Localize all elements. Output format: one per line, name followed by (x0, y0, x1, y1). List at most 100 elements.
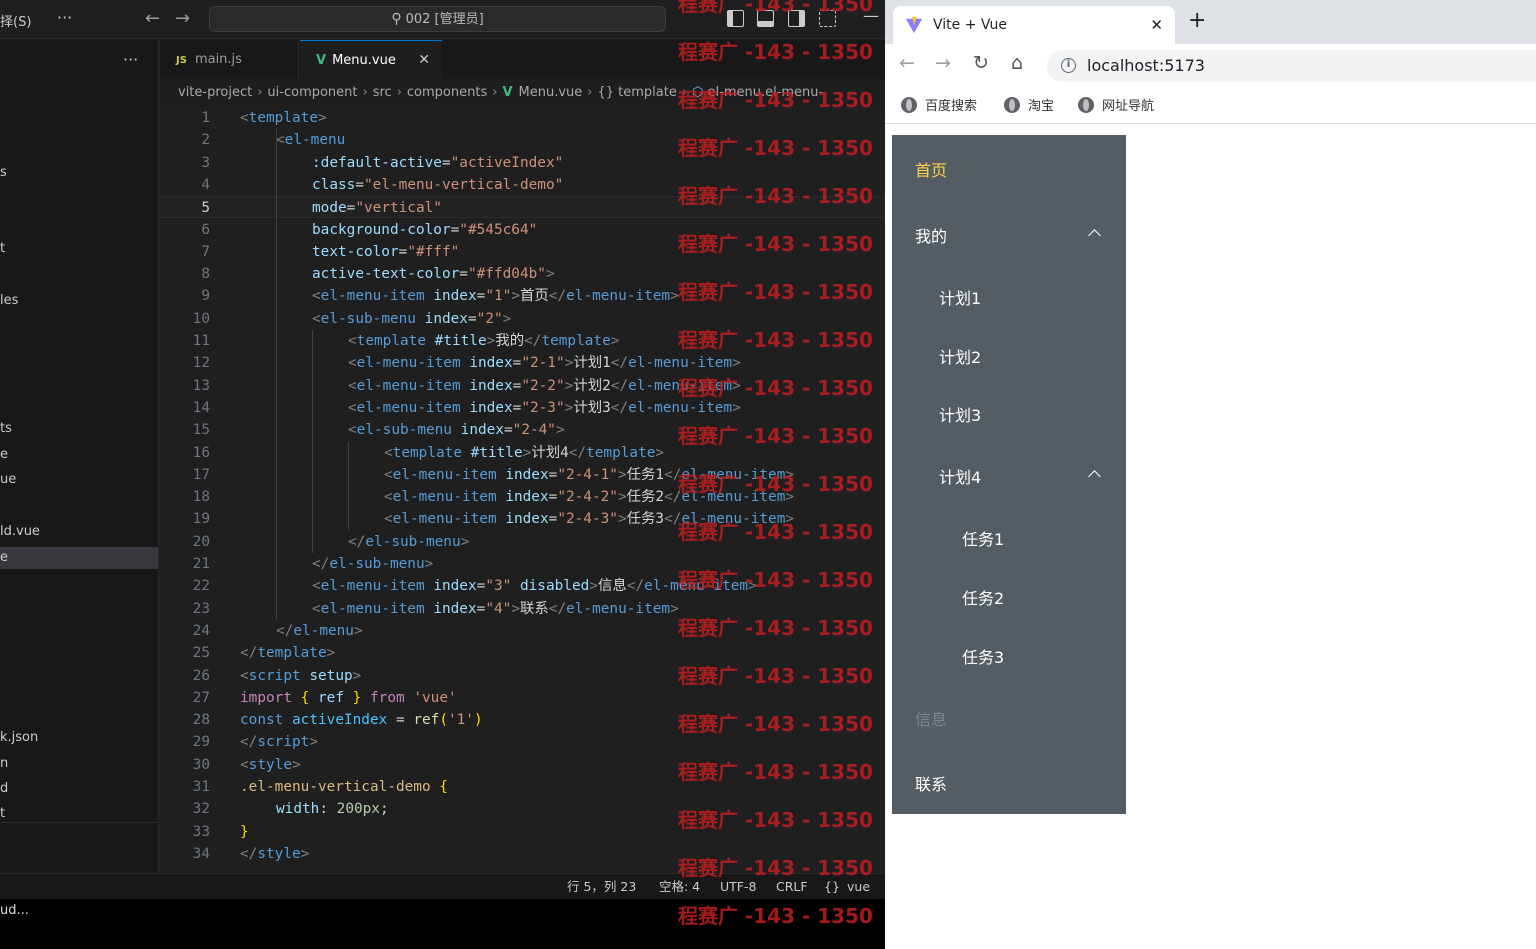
bookmark-baidu[interactable]: 百度搜索 (901, 95, 977, 114)
bookmark-taobao[interactable]: 淘宝 (1004, 95, 1054, 114)
code-line[interactable]: 11 <template #title>我的</template> (160, 330, 885, 352)
code-line[interactable]: 26 <script setup> (160, 665, 885, 687)
explorer-item[interactable]: t (0, 238, 158, 260)
chevron-right-icon: › (681, 85, 688, 100)
breadcrumb-item[interactable]: src (373, 85, 392, 100)
code-line[interactable]: 14 <el-menu-item index="2-3">计划3</el-menu… (160, 397, 885, 419)
language-mode[interactable]: vue (847, 874, 870, 899)
code-line[interactable]: 10 <el-sub-menu index="2"> (160, 308, 885, 330)
command-center-search[interactable]: ⚲ 002 [管理员] (209, 6, 666, 32)
code-line[interactable]: 13 <el-menu-item index="2-2">计划2</el-menu… (160, 375, 885, 397)
code-content: <el-menu-item index="2-1">计划1</el-menu-i… (348, 352, 741, 374)
code-line[interactable]: 17 <el-menu-item index="2-4-1">任务1</el-me… (160, 464, 885, 486)
explorer-item[interactable]: ts (0, 418, 158, 440)
explorer-item[interactable]: d (0, 778, 158, 800)
code-line[interactable]: 29 </script> (160, 731, 885, 753)
explorer-item[interactable]: s (0, 162, 158, 184)
indentation-status[interactable]: 空格: 4 (659, 874, 700, 899)
breadcrumb-section[interactable]: {} template (597, 85, 676, 100)
forward-arrow-icon[interactable]: → (175, 8, 190, 29)
menu-item-label: 任务3 (962, 648, 1005, 667)
tab-label: Menu.vue (332, 53, 396, 68)
code-token: el-sub-menu (329, 556, 425, 572)
bookmark-nav[interactable]: 网址导航 (1078, 95, 1154, 114)
code-line[interactable]: 28 const activeIndex = ref('1') (160, 709, 885, 731)
code-line[interactable]: 1 <template> (160, 107, 885, 129)
line-number: 23 (192, 600, 210, 617)
code-line[interactable]: 7 text-color="#fff" (160, 241, 885, 263)
code-line[interactable]: 27 import { ref } from 'vue' (160, 687, 885, 709)
line-number: 11 (192, 333, 210, 349)
code-line[interactable]: 31 .el-menu-vertical-demo { (160, 776, 885, 798)
close-tab-icon[interactable]: ✕ (1150, 6, 1163, 44)
line-number: 13 (192, 377, 210, 394)
browser-tab[interactable]: Vite + Vue ✕ (893, 6, 1175, 44)
reload-button[interactable]: ↻ (973, 52, 989, 74)
code-line[interactable]: 15 <el-sub-menu index="2-4"> (160, 419, 885, 441)
code-line[interactable]: 16 <template #title>计划4</template> (160, 442, 885, 464)
explorer-item[interactable]: e (0, 444, 158, 466)
tab-main-js[interactable]: JS main.js (160, 40, 299, 79)
code-line[interactable]: 6 background-color="#545c64" (160, 219, 885, 241)
breadcrumb-item[interactable]: vite-project (178, 85, 252, 100)
explorer-item[interactable]: les (0, 290, 158, 312)
menu-selection[interactable]: 择(S) (0, 11, 31, 30)
back-button[interactable]: ← (899, 52, 915, 74)
chevron-right-icon: › (362, 85, 368, 100)
code-line[interactable]: 25 </template> (160, 642, 885, 664)
address-bar[interactable]: i localhost:5173 (1047, 50, 1536, 82)
code-token: < (348, 333, 357, 349)
code-line[interactable]: 2 <el-menu (160, 129, 885, 151)
breadcrumb-item[interactable]: ui-component (267, 85, 357, 100)
home-button[interactable]: ⌂ (1011, 52, 1023, 74)
more-menu-button[interactable]: ··· (57, 8, 72, 27)
explorer-item[interactable]: ue (0, 469, 158, 491)
code-line[interactable]: 5 mode="vertical" (160, 196, 885, 219)
explorer-item[interactable]: n (0, 753, 158, 775)
code-line[interactable]: 9 <el-menu-item index="1">首页</el-menu-ite… (160, 285, 885, 307)
code-line[interactable]: 21 </el-sub-menu> (160, 553, 885, 575)
code-token: index (433, 600, 477, 617)
breadcrumb-item[interactable]: components (407, 85, 487, 100)
code-token: = (459, 266, 468, 283)
code-editor[interactable]: 1 <template> 2 <el-menu 3:default-active="ac… (160, 107, 885, 873)
back-arrow-icon[interactable]: ← (145, 8, 160, 29)
code-line[interactable]: 33} (160, 821, 885, 843)
cursor-position[interactable]: 行 5，列 23 (567, 874, 636, 899)
code-line[interactable]: 12 <el-menu-item index="2-1">计划1</el-menu… (160, 352, 885, 374)
code-line[interactable]: 24 </el-menu> (160, 620, 885, 642)
forward-button[interactable]: → (935, 52, 951, 74)
new-tab-button[interactable]: + (1188, 8, 1206, 33)
code-line[interactable]: 22 <el-menu-item index="3" disabled>信息</e… (160, 575, 885, 597)
encoding-status[interactable]: UTF-8 (720, 874, 756, 899)
code-line[interactable]: 18 <el-menu-item index="2-4-2">任务2</el-me… (160, 486, 885, 508)
close-tab-icon[interactable]: ✕ (418, 41, 430, 80)
explorer-more-button[interactable]: ··· (123, 50, 138, 69)
code-line[interactable]: 23 <el-menu-item index="4">联系</el-menu-it… (160, 598, 885, 620)
toggle-secondary-sidebar-icon[interactable] (788, 10, 805, 27)
explorer-item-active[interactable]: e (0, 547, 158, 569)
code-line[interactable]: 19 <el-menu-item index="2-4-3">任务3</el-me… (160, 508, 885, 530)
code-line[interactable]: 4 class="el-menu-vertical-demo" (160, 174, 885, 196)
eol-status[interactable]: CRLF (776, 874, 808, 899)
explorer-item[interactable]: ld.vue (0, 521, 158, 543)
code-token: > (486, 333, 496, 349)
customize-layout-icon[interactable] (819, 10, 836, 27)
breadcrumb-file[interactable]: Menu.vue (519, 85, 583, 100)
code-line[interactable]: 20 </el-sub-menu> (160, 531, 885, 553)
site-info-icon[interactable]: i (1061, 58, 1076, 73)
code-line[interactable]: 30 <style> (160, 754, 885, 776)
toggle-primary-sidebar-icon[interactable] (727, 10, 744, 27)
minimize-button[interactable]: — (863, 6, 879, 25)
explorer-item[interactable]: k.json (0, 727, 158, 749)
code-line[interactable]: 8 active-text-color="#ffd04b"> (160, 263, 885, 285)
toggle-panel-icon[interactable] (757, 10, 774, 27)
code-token: "vertical" (355, 200, 442, 217)
code-line[interactable]: 32 width: 200px; (160, 798, 885, 820)
tab-menu-vue[interactable]: V Menu.vue ✕ (300, 40, 442, 79)
code-line[interactable]: 34 </style> (160, 843, 885, 865)
breadcrumb-element[interactable]: el-menu.el-menu- (708, 85, 824, 100)
code-token: 'vue' (413, 689, 457, 706)
code-line[interactable]: 3:default-active="activeIndex" (160, 152, 885, 174)
